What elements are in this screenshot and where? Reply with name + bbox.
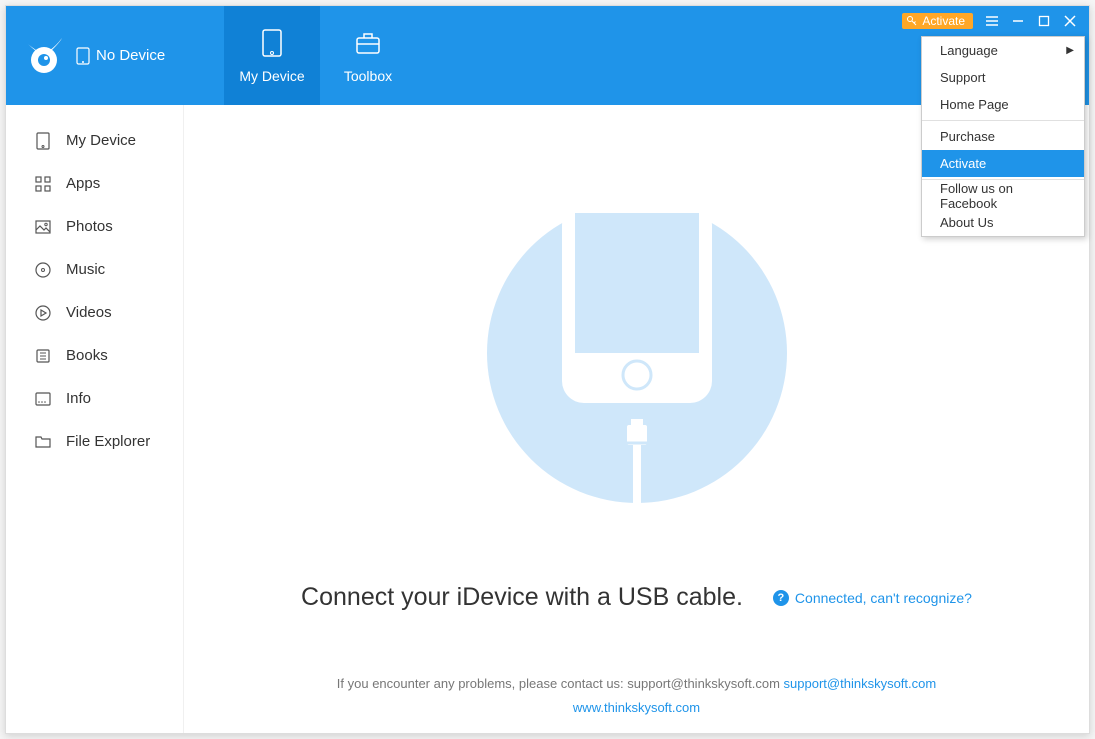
activate-button[interactable]: Activate	[902, 13, 973, 29]
tab-label: My Device	[239, 68, 304, 84]
menu-item-purchase[interactable]: Purchase	[922, 123, 1084, 150]
logo-area: No Device	[6, 6, 224, 105]
device-status: No Device	[76, 47, 165, 65]
menu-item-home-page[interactable]: Home Page	[922, 91, 1084, 118]
sidebar-item-label: Videos	[66, 304, 112, 321]
tab-my-device[interactable]: My Device	[224, 6, 320, 105]
menu-item-label: Home Page	[940, 97, 1009, 112]
menu-item-label: Activate	[940, 156, 986, 171]
maximize-button[interactable]	[1031, 10, 1057, 32]
tab-toolbox[interactable]: Toolbox	[320, 6, 416, 105]
connect-device-illustration	[487, 193, 787, 523]
menu-item-label: Follow us on Facebook	[940, 181, 1066, 211]
sidebar-item-label: Books	[66, 347, 108, 364]
menu-separator	[922, 120, 1084, 121]
menu-item-label: Language	[940, 43, 998, 58]
tablet-icon	[257, 28, 287, 58]
sidebar-item-label: Apps	[66, 175, 100, 192]
info-icon	[34, 390, 52, 408]
folder-icon	[34, 433, 52, 451]
menu-item-about[interactable]: About Us	[922, 209, 1084, 236]
help-link-label: Connected, can't recognize?	[795, 590, 972, 606]
sidebar-item-file-explorer[interactable]: File Explorer	[6, 420, 183, 463]
sidebar-item-my-device[interactable]: My Device	[6, 119, 183, 162]
minimize-button[interactable]	[1005, 10, 1031, 32]
tab-label: Toolbox	[344, 68, 392, 84]
sidebar-item-label: Photos	[66, 218, 113, 235]
nav-tabs: My Device Toolbox	[224, 6, 416, 105]
sidebar-item-music[interactable]: Music	[6, 248, 183, 291]
sidebar-item-videos[interactable]: Videos	[6, 291, 183, 334]
sidebar-item-label: My Device	[66, 132, 136, 149]
close-icon	[1064, 15, 1076, 27]
sidebar-item-photos[interactable]: Photos	[6, 205, 183, 248]
sidebar-item-label: File Explorer	[66, 433, 150, 450]
footer-text: If you encounter any problems, please co…	[337, 676, 784, 691]
recognize-help-link[interactable]: ? Connected, can't recognize?	[773, 590, 972, 606]
device-icon	[76, 47, 90, 65]
maximize-icon	[1038, 15, 1050, 27]
sidebar-item-apps[interactable]: Apps	[6, 162, 183, 205]
device-icon	[34, 132, 52, 150]
main-menu-dropdown: Language ▶ Support Home Page Purchase Ac…	[921, 36, 1085, 237]
connect-prompt: Connect your iDevice with a USB cable.	[301, 583, 743, 612]
sidebar-item-info[interactable]: Info	[6, 377, 183, 420]
chevron-right-icon: ▶	[1066, 45, 1074, 56]
menu-button[interactable]	[979, 10, 1005, 32]
key-icon	[906, 15, 918, 27]
photos-icon	[34, 218, 52, 236]
title-bar-controls: Activate	[902, 10, 1083, 32]
toolbox-icon	[353, 28, 383, 58]
menu-item-facebook[interactable]: Follow us on Facebook	[922, 182, 1084, 209]
sidebar: My Device Apps Photos Music Videos Books	[6, 105, 184, 733]
question-icon: ?	[773, 590, 789, 606]
books-icon	[34, 347, 52, 365]
prompt-row: Connect your iDevice with a USB cable. ?…	[301, 583, 972, 612]
menu-item-label: Purchase	[940, 129, 995, 144]
footer-line2: www.thinkskysoft.com	[184, 696, 1089, 719]
activate-label: Activate	[922, 14, 965, 28]
sidebar-item-label: Info	[66, 390, 91, 407]
menu-item-label: Support	[940, 70, 986, 85]
close-button[interactable]	[1057, 10, 1083, 32]
menu-item-activate[interactable]: Activate	[922, 150, 1084, 177]
music-icon	[34, 261, 52, 279]
menu-item-support[interactable]: Support	[922, 64, 1084, 91]
footer-line1: If you encounter any problems, please co…	[184, 672, 1089, 695]
menu-item-label: About Us	[940, 215, 993, 230]
website-link[interactable]: www.thinkskysoft.com	[573, 700, 700, 715]
footer: If you encounter any problems, please co…	[184, 672, 1089, 719]
videos-icon	[34, 304, 52, 322]
sidebar-item-books[interactable]: Books	[6, 334, 183, 377]
support-email-link[interactable]: support@thinkskysoft.com	[784, 676, 937, 691]
hamburger-icon	[985, 14, 999, 28]
menu-item-language[interactable]: Language ▶	[922, 37, 1084, 64]
sidebar-item-label: Music	[66, 261, 105, 278]
app-logo-icon	[24, 36, 64, 76]
minimize-icon	[1012, 15, 1024, 27]
app-window: No Device My Device Toolbox	[5, 5, 1090, 734]
device-status-label: No Device	[96, 47, 165, 64]
apps-icon	[34, 175, 52, 193]
